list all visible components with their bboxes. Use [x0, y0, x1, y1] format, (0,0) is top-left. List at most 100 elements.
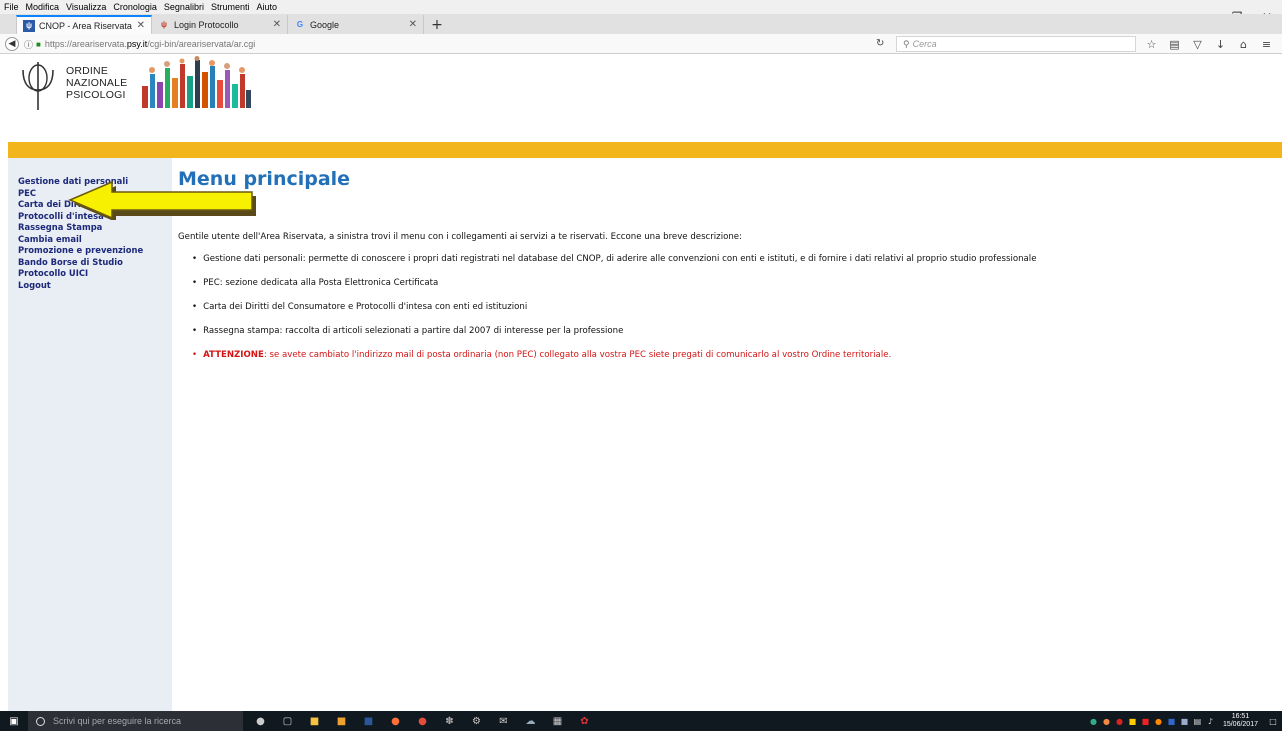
site-header: ORDINE NAZIONALE PSICOLOGI [8, 54, 1282, 142]
header-accent-bar [8, 142, 1282, 158]
game-icon[interactable]: ✿ [571, 711, 598, 731]
photos-icon[interactable]: ■ [328, 711, 355, 731]
menu-aiuto[interactable]: Aiuto [256, 2, 277, 12]
paint-icon[interactable]: ✽ [436, 711, 463, 731]
taskbar-search-input[interactable]: Scrivi qui per eseguire la ricerca [28, 711, 243, 731]
system-clock[interactable]: 16:51 15/06/2017 [1223, 713, 1258, 729]
taskbar-apps: ● ▢ ■ ■ ■ ● ● ✽ ⚙ ✉ ☁ ▦ ✿ [247, 711, 598, 731]
close-tab-icon[interactable]: ✕ [273, 19, 281, 30]
search-icon: ⚲ [903, 38, 910, 49]
list-item: Rassegna stampa: raccolta di articoli se… [192, 326, 1037, 350]
sidebar-menu: Gestione dati personali PEC Carta dei Di… [8, 158, 175, 711]
cnop-favicon-icon: ψ [23, 19, 35, 32]
firefox-icon[interactable]: ● [382, 711, 409, 731]
tray-app-icon[interactable]: ■ [1126, 711, 1139, 731]
tab-cnop[interactable]: ψ CNOP - Area Riservata www. ✕ [16, 15, 152, 34]
sidebar-item-logout[interactable]: Logout [18, 280, 175, 292]
crowd-image [142, 56, 251, 108]
cloud-icon[interactable]: ☁ [517, 711, 544, 731]
clock-date: 15/06/2017 [1222, 721, 1258, 728]
tab-label: Google [310, 19, 340, 30]
microphone-icon[interactable]: ● [247, 711, 274, 731]
site-logo-text: ORDINE NAZIONALE PSICOLOGI [66, 65, 127, 101]
list-item: Gestione dati personali: permette di con… [192, 254, 1036, 278]
warning-text: : se avete cambiato l'indirizzo mail di … [263, 350, 892, 360]
close-tab-icon[interactable]: ✕ [409, 19, 417, 30]
settings-gear-icon[interactable]: ⚙ [463, 711, 490, 731]
browser-menubar: File Modifica Visualizza Cronologia Segn… [0, 0, 1282, 14]
navigation-bar: ◀ ⓘ ■ https://areariservata. psy.it/cgi-b… [0, 34, 1282, 54]
info-icon[interactable]: ⓘ [24, 38, 33, 51]
menu-segnalibri[interactable]: Segnalibri [164, 2, 204, 12]
service-description-list: Gestione dati personali: permette di con… [192, 254, 1037, 374]
menu-file[interactable]: File [4, 2, 19, 12]
sidebar-item-rassegna-stampa[interactable]: Rassegna Stampa [18, 222, 175, 234]
back-arrow-icon[interactable]: ◀ [5, 36, 19, 51]
sidebar-item-protocollo-uici[interactable]: Protocollo UICI [18, 268, 175, 280]
toolbar-icons: ☆ ▤ ▽ ↓ ⌂ ≡ [1140, 36, 1278, 52]
tray-app-icon[interactable]: ● [1100, 711, 1113, 731]
calculator-icon[interactable]: ▦ [544, 711, 571, 731]
tray-app-icon[interactable]: ■ [1165, 711, 1178, 731]
menu-modifica[interactable]: Modifica [26, 2, 60, 12]
logo-line-1: ORDINE [66, 65, 109, 77]
notifications-icon[interactable]: □ [1264, 711, 1282, 731]
sidebar-item-bando-borse[interactable]: Bando Borse di Studio [18, 257, 175, 269]
new-tab-icon[interactable]: + [428, 15, 446, 34]
url-domain: psy.it [126, 39, 148, 49]
tab-login-protocollo[interactable]: ψ Login Protocollo ✕ [152, 15, 288, 34]
menu-strumenti[interactable]: Strumenti [211, 2, 250, 12]
url-path: /cgi-bin/areariservata/ar.cgi [147, 39, 256, 49]
bookmark-star-icon[interactable]: ☆ [1140, 36, 1163, 52]
psi-logo-icon [22, 62, 54, 110]
file-explorer-icon[interactable]: ■ [301, 711, 328, 731]
windows-start-icon[interactable]: ▣ [0, 711, 28, 731]
hamburger-menu-icon[interactable]: ≡ [1255, 36, 1278, 52]
tab-label: Login Protocollo [174, 19, 239, 30]
reload-icon[interactable]: ↻ [876, 38, 884, 49]
tray-app-icon[interactable]: ● [1113, 711, 1126, 731]
protocollo-favicon-icon: ψ [160, 20, 168, 29]
network-icon[interactable]: ▤ [1191, 711, 1204, 731]
google-favicon-icon: G [296, 20, 304, 29]
taskbar-search-placeholder: Scrivi qui per eseguire la ricerca [53, 716, 182, 726]
sidebar-item-promozione[interactable]: Promozione e prevenzione [18, 245, 175, 257]
list-item: Carta dei Diritti del Consumatore e Prot… [192, 302, 1037, 326]
lock-icon: ■ [36, 39, 41, 49]
tray-app-icon[interactable]: ■ [1139, 711, 1152, 731]
clock-time: 16:51 [1231, 713, 1250, 720]
chrome-icon[interactable]: ● [409, 711, 436, 731]
tray-app-icon[interactable]: ■ [1178, 711, 1191, 731]
main-content: Menu principale Gentile utente dell'Area… [178, 158, 1278, 711]
system-tray: ● ● ● ■ ■ ● ■ ■ ▤ ♪ 16:51 15/06/2017 □ [1087, 711, 1282, 731]
list-item: PEC: sezione dedicata alla Posta Elettro… [192, 278, 1037, 302]
logo-line-3: PSICOLOGI [66, 89, 126, 101]
windows-taskbar: ▣ Scrivi qui per eseguire la ricerca ● ▢… [0, 711, 1282, 731]
tray-app-icon[interactable]: ● [1152, 711, 1165, 731]
mail-icon[interactable]: ✉ [490, 711, 517, 731]
tab-label: CNOP - Area Riservata www. [39, 20, 133, 31]
volume-icon[interactable]: ♪ [1204, 711, 1217, 731]
page-title: Menu principale [178, 168, 351, 190]
download-icon[interactable]: ↓ [1209, 36, 1232, 52]
logo-line-2: NAZIONALE [66, 77, 128, 89]
close-tab-icon[interactable]: ✕ [137, 20, 145, 31]
address-bar[interactable]: ⓘ ■ https://areariservata. psy.it/cgi-bin… [24, 36, 864, 52]
warning-label: ATTENZIONE [203, 350, 264, 360]
home-icon[interactable]: ⌂ [1232, 36, 1255, 52]
pocket-icon[interactable]: ▽ [1186, 36, 1209, 52]
screen: File Modifica Visualizza Cronologia Segn… [0, 0, 1282, 731]
sidebar-item-cambia-email[interactable]: Cambia email [18, 234, 175, 246]
cortana-icon [36, 716, 45, 726]
task-view-icon[interactable]: ▢ [274, 711, 301, 731]
menu-cronologia[interactable]: Cronologia [113, 2, 157, 12]
menu-visualizza[interactable]: Visualizza [66, 2, 106, 12]
url-prefix: https://areariservata. [44, 39, 127, 49]
reading-list-icon[interactable]: ▤ [1163, 36, 1186, 52]
tray-app-icon[interactable]: ● [1087, 711, 1100, 731]
intro-text: Gentile utente dell'Area Riservata, a si… [178, 232, 742, 242]
tab-strip: ψ CNOP - Area Riservata www. ✕ ψ Login P… [0, 14, 1282, 34]
search-input[interactable]: ⚲ Cerca [896, 36, 1136, 52]
word-icon[interactable]: ■ [355, 711, 382, 731]
tab-google[interactable]: G Google ✕ [288, 15, 424, 34]
